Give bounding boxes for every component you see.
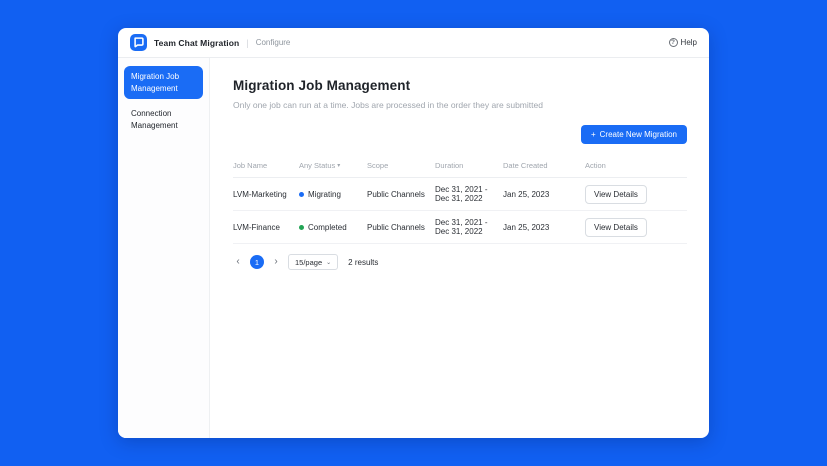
cell-job-name: LVM-Marketing [233, 190, 299, 199]
table-header-row: Job Name Any Status ▾ Scope Duration Dat… [233, 156, 687, 178]
cell-action: View Details [585, 185, 687, 204]
help-button[interactable]: ? Help [669, 38, 697, 47]
cell-duration: Dec 31, 2021 - Dec 31, 2022 [435, 218, 503, 236]
status-filter-label: Any Status [299, 161, 335, 170]
column-header-job-name: Job Name [233, 161, 299, 170]
sidebar: Migration Job Management Connection Mana… [118, 58, 210, 438]
status-dot-icon [299, 192, 304, 197]
page-number-button[interactable]: 1 [250, 255, 264, 269]
cell-status: Completed [299, 223, 367, 232]
pagination: ‹ 1 › 15/page ⌄ 2 results [233, 254, 687, 270]
plus-icon: + [591, 130, 596, 139]
sidebar-item-connection-management[interactable]: Connection Management [124, 103, 203, 136]
select-chevron-down-icon: ⌄ [326, 259, 331, 266]
cell-status: Migrating [299, 190, 367, 199]
actions-row: + Create New Migration [233, 125, 687, 144]
page-subtitle: Only one job can run at a time. Jobs are… [233, 100, 687, 110]
help-label: Help [681, 38, 697, 47]
column-header-status-filter[interactable]: Any Status ▾ [299, 161, 367, 170]
cell-action: View Details [585, 218, 687, 237]
top-bar: Team Chat Migration | Configure ? Help [118, 28, 709, 58]
app-title: Team Chat Migration [154, 38, 239, 48]
view-details-button[interactable]: View Details [585, 218, 647, 237]
previous-page-button[interactable]: ‹ [233, 255, 243, 269]
cell-job-name: LVM-Finance [233, 223, 299, 232]
page-title: Migration Job Management [233, 78, 687, 93]
table-row: LVM-Marketing Migrating Public Channels … [233, 178, 687, 211]
next-page-button[interactable]: › [271, 255, 281, 269]
page-size-select[interactable]: 15/page ⌄ [288, 254, 338, 270]
create-button-label: Create New Migration [600, 130, 677, 139]
sidebar-item-migration-job-management[interactable]: Migration Job Management [124, 66, 203, 99]
chevron-down-icon: ▾ [337, 162, 340, 169]
migration-jobs-table: Job Name Any Status ▾ Scope Duration Dat… [233, 156, 687, 244]
table-row: LVM-Finance Completed Public Channels De… [233, 211, 687, 244]
column-header-scope: Scope [367, 161, 435, 170]
status-dot-icon [299, 225, 304, 230]
create-new-migration-button[interactable]: + Create New Migration [581, 125, 687, 144]
breadcrumb-configure: Configure [256, 38, 291, 47]
body-row: Migration Job Management Connection Mana… [118, 58, 709, 438]
status-label: Migrating [308, 190, 341, 199]
app-logo-chat-bubble-icon [130, 34, 147, 51]
question-circle-icon: ? [669, 38, 678, 47]
status-label: Completed [308, 223, 347, 232]
results-count: 2 results [348, 258, 378, 267]
header-divider: | [246, 38, 248, 48]
app-window: Team Chat Migration | Configure ? Help M… [118, 28, 709, 438]
column-header-duration: Duration [435, 161, 503, 170]
column-header-date-created: Date Created [503, 161, 585, 170]
cell-duration: Dec 31, 2021 - Dec 31, 2022 [435, 185, 503, 203]
cell-scope: Public Channels [367, 190, 435, 199]
table-body: LVM-Marketing Migrating Public Channels … [233, 178, 687, 244]
chat-bubble-icon [133, 37, 144, 48]
main-content: Migration Job Management Only one job ca… [210, 58, 709, 438]
cell-scope: Public Channels [367, 223, 435, 232]
cell-date-created: Jan 25, 2023 [503, 223, 585, 232]
page-size-value: 15/page [295, 258, 322, 267]
view-details-button[interactable]: View Details [585, 185, 647, 204]
cell-date-created: Jan 25, 2023 [503, 190, 585, 199]
column-header-action: Action [585, 161, 687, 170]
